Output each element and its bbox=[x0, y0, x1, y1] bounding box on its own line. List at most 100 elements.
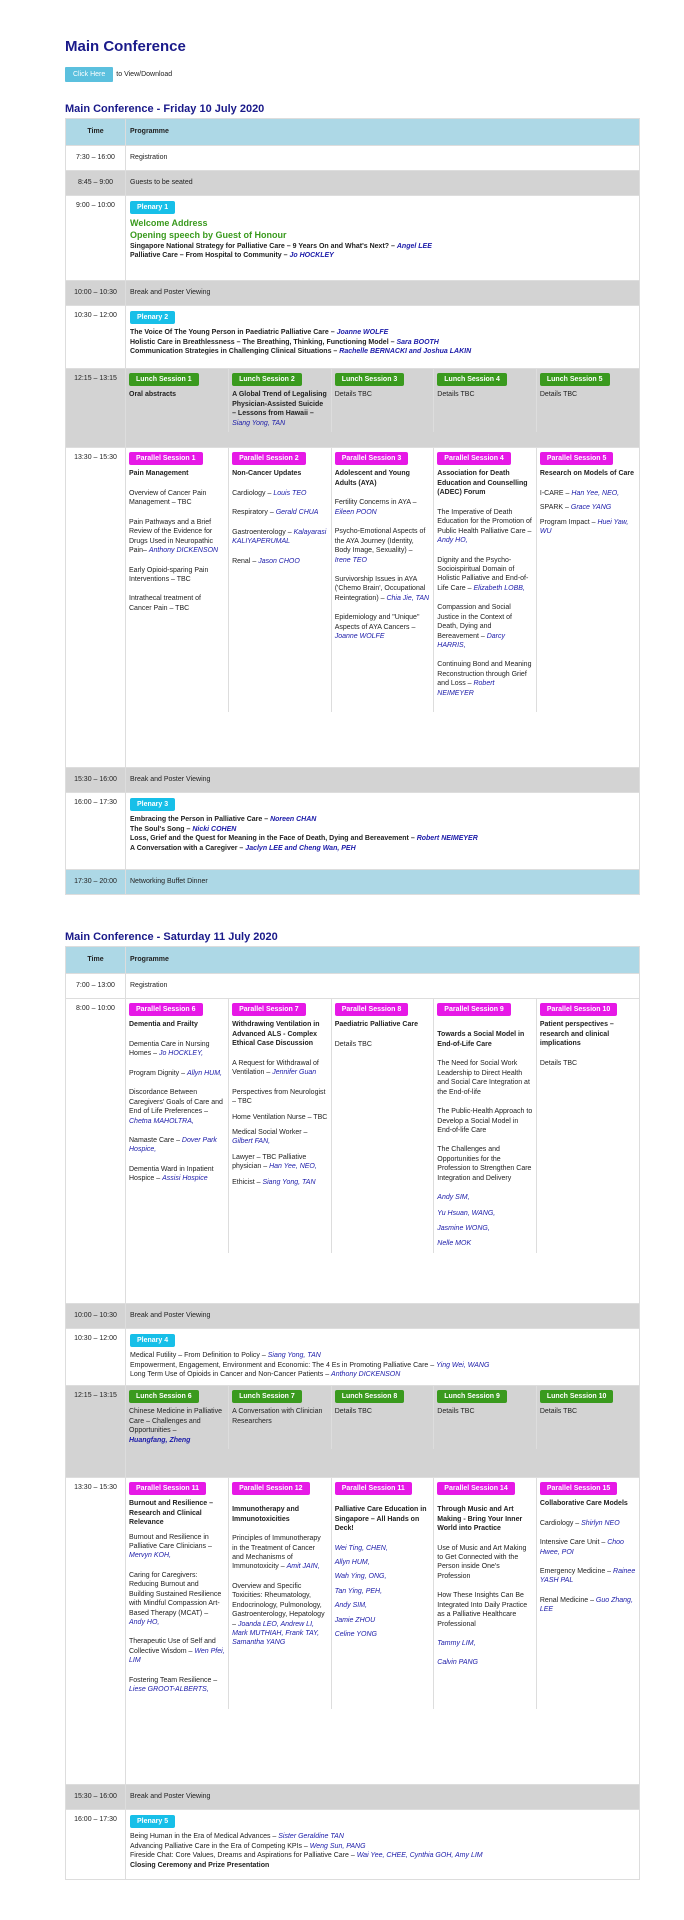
speaker-link[interactable]: Jaclyn LEE and Cheng Wan, PEH bbox=[245, 845, 355, 852]
speaker-link[interactable]: Noreen CHAN bbox=[270, 816, 316, 823]
speaker-link[interactable]: Wai Yee, CHEE, Cynthia GOH, Amy LIM bbox=[357, 1852, 483, 1859]
time-cell: 13:30 – 15:30 bbox=[65, 447, 126, 768]
speaker-link[interactable]: Wei Ting, CHEN, bbox=[335, 1544, 431, 1553]
time-cell: 12:15 – 13:15 bbox=[65, 1384, 126, 1478]
talk-title: Details TBC bbox=[539, 1059, 578, 1067]
talk-title: Fostering Team Resilience – bbox=[129, 1676, 218, 1684]
speaker-link[interactable]: Siang Yong, TAN bbox=[232, 419, 328, 428]
speaker-link[interactable]: Jason CHOO bbox=[258, 558, 300, 565]
lunch-badge: Lunch Session 4 bbox=[437, 373, 507, 387]
speaker-link[interactable]: Liese GROOT-ALBERTS, bbox=[129, 1686, 209, 1693]
speaker-link[interactable]: Tammy LIM, bbox=[437, 1639, 533, 1648]
time-header: Time bbox=[65, 946, 126, 974]
view-download-button[interactable]: Click Here bbox=[65, 67, 114, 82]
speaker-link[interactable]: Gerald CHUA bbox=[276, 509, 319, 516]
talk-title: Caring for Caregivers: Reducing Burnout … bbox=[129, 1571, 222, 1617]
speaker-link[interactable]: Calvin PANG bbox=[437, 1658, 533, 1667]
speaker-link[interactable]: Amit JAIN, bbox=[287, 1563, 320, 1570]
talk-title: Perspectives from Neurologist – TBC bbox=[232, 1088, 326, 1106]
speaker-link[interactable]: Irene TEO bbox=[335, 557, 367, 564]
speaker-link[interactable]: Robert NEIMEYER bbox=[417, 835, 478, 842]
speaker-link[interactable]: Chia Jie, TAN bbox=[386, 595, 429, 602]
talk-title: Emergency Medicine – bbox=[539, 1567, 612, 1575]
talk-title: A Conversation with a Caregiver – bbox=[130, 844, 244, 852]
speaker-link[interactable]: Jasmine WONG, bbox=[437, 1224, 533, 1233]
speaker-link[interactable]: Celine YONG bbox=[335, 1630, 431, 1639]
talk-title: How These Insights Can Be Integrated Int… bbox=[437, 1592, 528, 1628]
plenary2-cell: Plenary 2 The Voice Of The Young Person … bbox=[125, 305, 640, 369]
speaker-link[interactable]: Tan Ying, PEH, bbox=[335, 1587, 431, 1596]
parallel-badge: Parallel Session 11 bbox=[129, 1481, 207, 1496]
session-title: Patient perspectives – research and clin… bbox=[539, 1021, 614, 1048]
speaker-link[interactable]: Angel LEE bbox=[397, 243, 432, 250]
talk-title: Gastroenterology – bbox=[232, 528, 292, 536]
speaker-link[interactable]: Ying Wei, WANG bbox=[436, 1362, 489, 1369]
session-title: Towards a Social Model in End-of-Life Ca… bbox=[437, 1031, 525, 1048]
speaker-link[interactable]: Andy SIM, bbox=[437, 1193, 533, 1202]
plenary3-cell: Plenary 3 Embracing the Person in Pallia… bbox=[125, 792, 640, 870]
time-cell: 15:30 – 16:00 bbox=[65, 1783, 126, 1810]
lunch-badge: Lunch Session 3 bbox=[334, 373, 405, 387]
lunch-badge: Lunch Session 10 bbox=[539, 1389, 614, 1404]
talk-title: Use of Music and Art Making to Get Conne… bbox=[437, 1544, 527, 1580]
session-title: Oral abstracts bbox=[129, 391, 177, 399]
session-title: Details TBC bbox=[334, 1408, 372, 1416]
speaker-link[interactable]: Andy SIM, bbox=[335, 1601, 431, 1610]
speaker-link[interactable]: Elizabeth LOBB, bbox=[473, 585, 524, 592]
speaker-link[interactable]: Jennifer Guan bbox=[272, 1069, 316, 1076]
download-text: to View/Download bbox=[116, 70, 173, 78]
speaker-link[interactable]: Jo HOCKLEY, bbox=[159, 1050, 203, 1057]
speaker-link[interactable]: Gilbert FAN, bbox=[232, 1138, 270, 1145]
speaker-link[interactable]: Jamie ZHOU bbox=[335, 1616, 431, 1625]
speaker-link[interactable]: Wah Ying, ONG, bbox=[335, 1572, 431, 1581]
speaker-link[interactable]: Sister Geraldine TAN bbox=[278, 1833, 344, 1840]
speaker-link[interactable]: Sara BOOTH bbox=[396, 339, 438, 346]
speaker-link[interactable]: Siang Yong, TAN bbox=[268, 1352, 321, 1359]
talk-title: Renal – bbox=[232, 557, 257, 565]
speaker-link[interactable]: Anthony DICKENSON bbox=[331, 1371, 400, 1378]
speaker-link[interactable]: Assisi Hospice bbox=[162, 1175, 208, 1182]
download-row: Click Here to View/Download bbox=[65, 67, 172, 82]
programme-header: Programme bbox=[125, 946, 640, 974]
talk-title: Palliative Care – From Hospital to Commu… bbox=[130, 252, 288, 260]
session-title: Collaborative Care Models bbox=[539, 1500, 628, 1508]
talk-title: Medical Social Worker – bbox=[232, 1128, 308, 1136]
speaker-link[interactable]: Jo HOCKLEY bbox=[290, 252, 334, 259]
time-cell: 10:30 – 12:00 bbox=[65, 1328, 126, 1386]
plenary5-cell: Plenary 5 Being Human in the Era of Medi… bbox=[125, 1808, 640, 1880]
talk-title: Program Dignity – bbox=[129, 1069, 186, 1077]
speaker-link[interactable]: Andy HO, bbox=[437, 537, 467, 544]
speaker-link[interactable]: Huangfang, Zheng bbox=[129, 1436, 225, 1445]
lunch-badge: Lunch Session 6 bbox=[129, 1389, 199, 1404]
speaker-link[interactable]: Han Yee, NEO, bbox=[269, 1163, 317, 1170]
speaker-link[interactable]: Grace YANG bbox=[571, 504, 611, 511]
lunch-badge: Lunch Session 7 bbox=[232, 1389, 302, 1404]
speaker-link[interactable]: Shirlyn NEO bbox=[581, 1520, 620, 1527]
session-title: Dementia and Frailty bbox=[129, 1021, 198, 1029]
speaker-link[interactable]: Joanne WOLFE bbox=[337, 329, 389, 336]
lunch-badge: Lunch Session 5 bbox=[539, 373, 610, 387]
speaker-link[interactable]: Weng Sun, PANG bbox=[310, 1843, 366, 1850]
speaker-link[interactable]: Joanda LEO, Andrew LI, Mark MUTHIAH, Fra… bbox=[232, 1621, 319, 1647]
speaker-link[interactable]: Siang Yong, TAN bbox=[262, 1179, 315, 1186]
talk-title: Being Human in the Era of Medical Advanc… bbox=[130, 1833, 277, 1841]
talk-title: Namaste Care – bbox=[129, 1136, 180, 1144]
speaker-link[interactable]: Rachelle BERNACKI and Joshua LAKIN bbox=[339, 348, 471, 355]
talk-title: The Need for Social Work Leadership to D… bbox=[437, 1060, 530, 1096]
session-title: Details TBC bbox=[539, 1408, 578, 1416]
speaker-link[interactable]: Allyn HUM, bbox=[187, 1070, 222, 1077]
speaker-link[interactable]: Chetna MAHOLTRA, bbox=[129, 1118, 194, 1125]
speaker-link[interactable]: Eileen POON bbox=[335, 509, 377, 516]
speaker-link[interactable]: Yu Hsuan, WANG, bbox=[437, 1209, 533, 1218]
speaker-link[interactable]: Andy HO, bbox=[129, 1619, 159, 1626]
speaker-link[interactable]: Nelle MOK bbox=[437, 1239, 533, 1248]
parallel-badge: Parallel Session 14 bbox=[437, 1481, 515, 1496]
speaker-link[interactable]: Louis TEO bbox=[273, 490, 306, 497]
speaker-link[interactable]: Anthony DICKENSON bbox=[149, 547, 218, 554]
speaker-link[interactable]: Mervyn KOH, bbox=[129, 1552, 171, 1559]
speaker-link[interactable]: Allyn HUM, bbox=[335, 1558, 431, 1567]
speaker-link[interactable]: Nicki COHEN bbox=[192, 826, 236, 833]
talk-title: Discordance Between Caregivers' Goals of… bbox=[129, 1089, 223, 1116]
speaker-link[interactable]: Joanne WOLFE bbox=[335, 633, 385, 640]
speaker-link[interactable]: Han Yee, NEO, bbox=[571, 490, 619, 497]
